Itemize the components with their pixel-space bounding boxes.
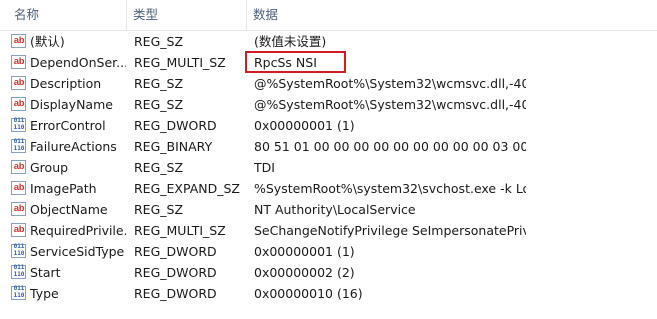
binary-value-icon [11, 285, 26, 300]
table-row[interactable]: FailureActions REG_BINARY 80 51 01 00 00 0… [0, 136, 657, 157]
binary-value-icon [11, 117, 26, 132]
table-row[interactable]: Start REG_DWORD 0x00000002 (2) [0, 262, 657, 283]
table-row[interactable]: DisplayName REG_SZ @%SystemRoot%\System32\… [0, 94, 657, 115]
cell-data: 0x00000002 (2) [254, 265, 355, 280]
cell-type: REG_SZ [134, 202, 184, 217]
cell-name: FailureActions [30, 139, 117, 154]
cell-type: REG_BINARY [134, 139, 213, 154]
cell-type: REG_DWORD [134, 265, 217, 280]
cell-type: REG_SZ [134, 34, 184, 49]
cell-type: REG_SZ [134, 97, 184, 112]
table-row[interactable]: ServiceSidType REG_DWORD 0x00000001 (1) [0, 241, 657, 262]
cell-data: NT Authority\LocalService [254, 202, 416, 217]
cell-name: Start [30, 265, 61, 280]
cell-name: DependOnSer... [30, 55, 126, 70]
cell-type: REG_SZ [134, 160, 184, 175]
cell-name: (默认) [30, 34, 65, 49]
cell-name: Group [30, 160, 69, 175]
cell-data: @%SystemRoot%\System32\wcmsvc.dll,-4097 [254, 97, 526, 112]
cell-name: DisplayName [30, 97, 113, 112]
binary-value-icon [11, 264, 26, 279]
cell-type: REG_DWORD [134, 244, 217, 259]
cell-type: REG_DWORD [134, 286, 217, 301]
table-row[interactable]: (默认) REG_SZ (数值未设置) [0, 31, 657, 52]
table-row[interactable]: Type REG_DWORD 0x00000010 (16) [0, 283, 657, 304]
cell-name: ServiceSidType [30, 244, 125, 259]
cell-data: (数值未设置) [254, 34, 327, 49]
table-row[interactable]: Description REG_SZ @%SystemRoot%\System32\… [0, 73, 657, 94]
table-row[interactable]: ErrorControl REG_DWORD 0x00000001 (1) [0, 115, 657, 136]
table-row[interactable]: ObjectName REG_SZ NT Authority\LocalServic… [0, 199, 657, 220]
binary-value-icon [11, 138, 26, 153]
string-value-icon [11, 55, 26, 69]
cell-data: @%SystemRoot%\System32\wcmsvc.dll,-4098 [254, 76, 526, 91]
string-value-icon [11, 97, 26, 111]
cell-type: REG_MULTI_SZ [134, 55, 226, 70]
column-header-data[interactable]: 数据 [247, 0, 647, 30]
cell-name: ObjectName [30, 202, 108, 217]
cell-type: REG_MULTI_SZ [134, 223, 226, 238]
table-row[interactable]: RequiredPrivile... REG_MULTI_SZ SeChangeNo… [0, 220, 657, 241]
string-value-icon [11, 34, 26, 48]
table-row[interactable]: ImagePath REG_EXPAND_SZ %SystemRoot%\syste… [0, 178, 657, 199]
column-header-type[interactable]: 类型 [127, 0, 247, 30]
string-value-icon [11, 160, 26, 174]
cell-name: ImagePath [30, 181, 97, 196]
list-header: 名称 类型 数据 [0, 0, 657, 31]
string-value-icon [11, 181, 26, 195]
cell-name: Description [30, 76, 102, 91]
column-header-name[interactable]: 名称 [8, 0, 127, 30]
cell-name: Type [30, 286, 59, 301]
cell-data: 80 51 01 00 00 00 00 00 00 00 00 00 03 0… [254, 139, 526, 154]
string-value-icon [11, 223, 26, 237]
string-value-icon [11, 76, 26, 90]
cell-data: 0x00000001 (1) [254, 244, 355, 259]
table-row[interactable]: Group REG_SZ TDI [0, 157, 657, 178]
cell-data: SeChangeNotifyPrivilege SeImpersonatePri… [254, 223, 526, 238]
cell-type: REG_EXPAND_SZ [134, 181, 240, 196]
cell-data: TDI [254, 160, 275, 175]
cell-data: %SystemRoot%\system32\svchost.exe -k Loc… [254, 181, 526, 196]
cell-data: 0x00000010 (16) [254, 286, 363, 301]
cell-name: ErrorControl [30, 118, 106, 133]
highlight-annotation-box [245, 51, 346, 73]
cell-type: REG_SZ [134, 76, 184, 91]
binary-value-icon [11, 243, 26, 258]
string-value-icon [11, 202, 26, 216]
cell-data: 0x00000001 (1) [254, 118, 355, 133]
cell-type: REG_DWORD [134, 118, 217, 133]
cell-name: RequiredPrivile... [30, 223, 126, 238]
